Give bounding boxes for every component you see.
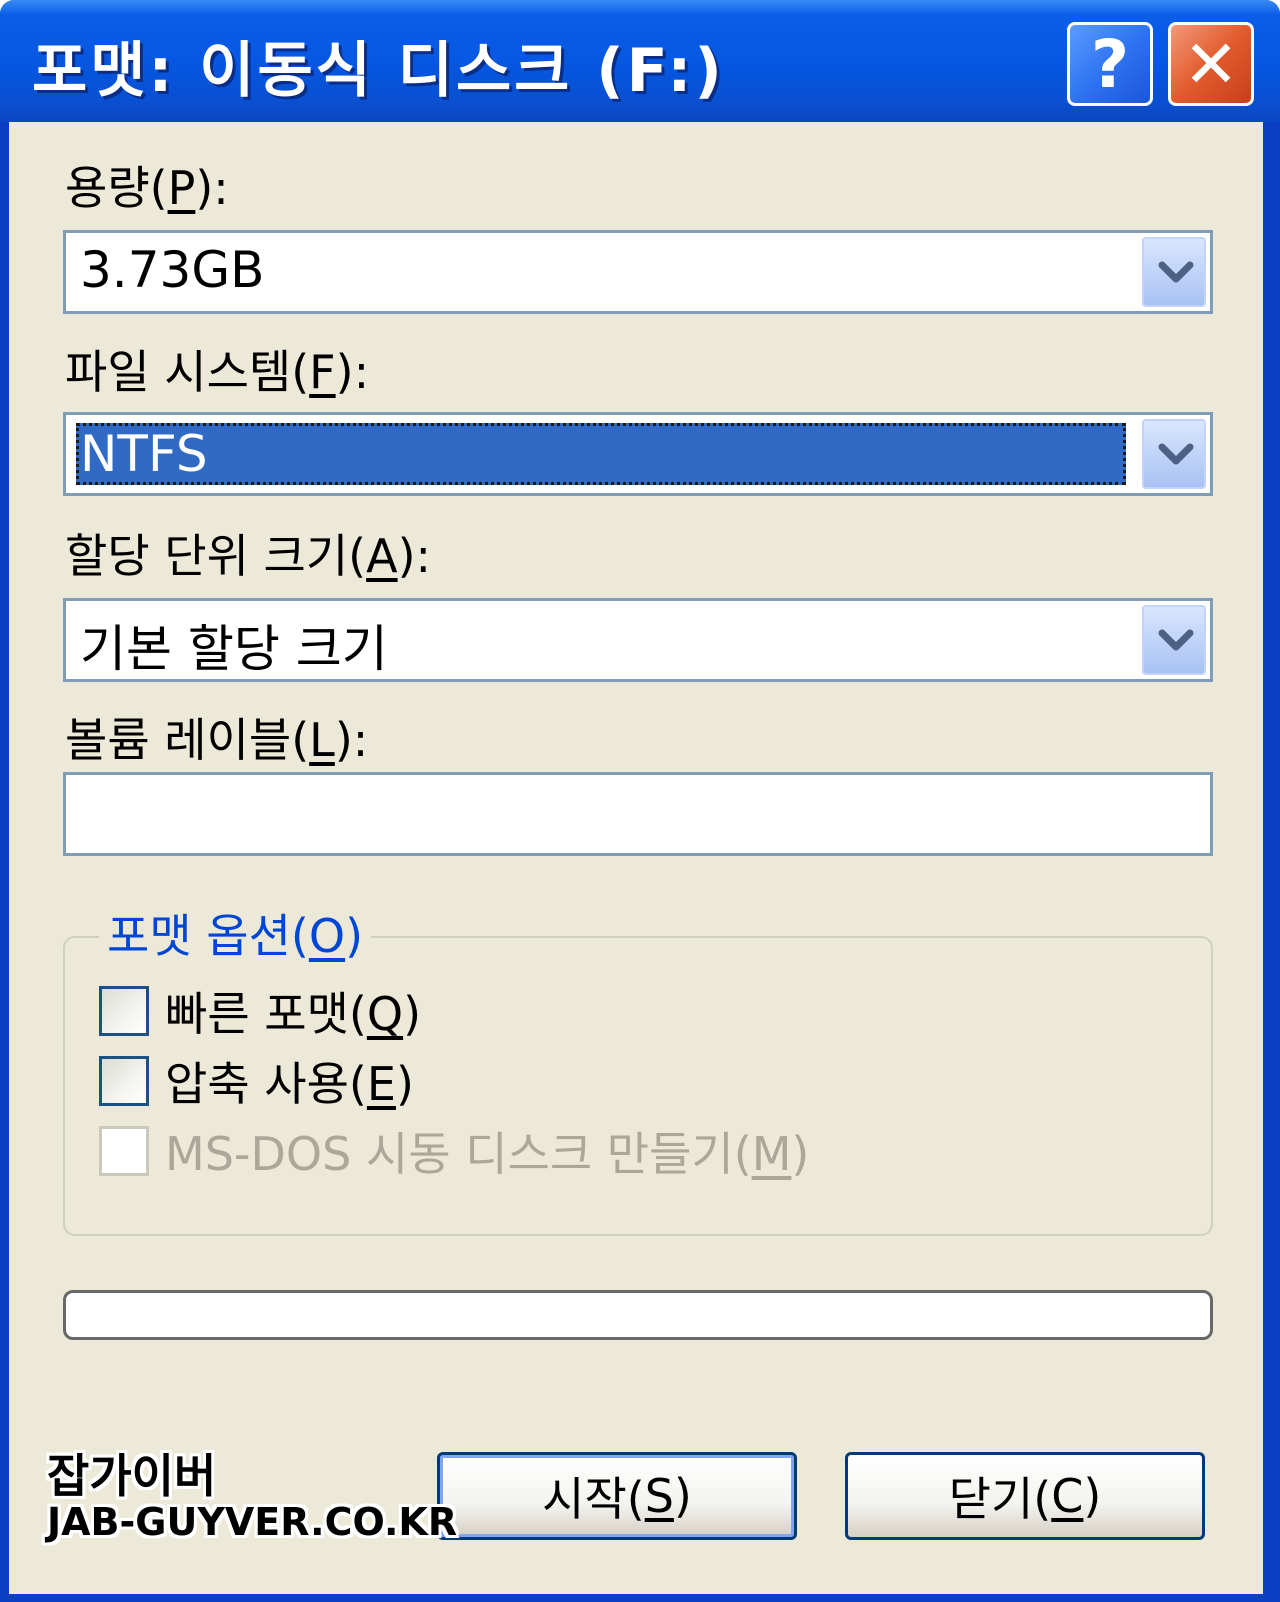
capacity-value: 3.73GB [80,241,265,299]
close-button[interactable]: 닫기(C) [845,1452,1205,1540]
msdos-startup-option: MS-DOS 시동 디스크 만들기(M) [99,1118,809,1184]
capacity-dropdown-button[interactable] [1142,237,1206,307]
file-system-label: 파일 시스템(F): [65,345,370,399]
quick-format-label: 빠른 포맷(Q) [165,987,422,1041]
allocation-unit-label: 할당 단위 크기(A): [65,529,432,583]
volume-label-input[interactable] [63,772,1213,856]
close-icon: ✕ [1183,25,1239,103]
msdos-startup-checkbox [99,1126,149,1176]
watermark-url: JAB-GUYVER.CO.KR [47,1500,458,1544]
question-mark-icon: ? [1090,25,1130,103]
allocation-unit-dropdown[interactable]: 기본 할당 크기 [63,598,1213,682]
allocation-unit-dropdown-button[interactable] [1142,605,1206,675]
msdos-startup-label: MS-DOS 시동 디스크 만들기(M) [165,1127,810,1181]
watermark-text: 잡가이버 [47,1449,217,1503]
chevron-down-icon [1158,443,1194,465]
help-button[interactable]: ? [1067,22,1153,106]
compression-label: 압축 사용(E) [165,1057,414,1111]
format-dialog: 포맷: 이동식 디스크 (F:) ? ✕ 용량(P): 3.73GB 파일 시스… [0,0,1280,1602]
dialog-body: 용량(P): 3.73GB 파일 시스템(F): NTFS 할당 단위 크기(A… [9,122,1263,1594]
file-system-dropdown-button[interactable] [1142,419,1206,489]
capacity-dropdown[interactable]: 3.73GB [63,230,1213,314]
chevron-down-icon [1158,261,1194,283]
compression-checkbox[interactable] [99,1056,149,1106]
volume-label-label: 볼륨 레이블(L): [65,713,369,767]
close-window-button[interactable]: ✕ [1168,22,1254,106]
window-title: 포맷: 이동식 디스크 (F:) [32,36,725,106]
compression-option[interactable]: 압축 사용(E) [99,1048,414,1114]
title-bar[interactable]: 포맷: 이동식 디스크 (F:) ? ✕ [0,0,1280,122]
quick-format-option[interactable]: 빠른 포맷(Q) [99,978,421,1044]
format-options-legend: 포맷 옵션(O) [99,900,372,966]
start-button[interactable]: 시작(S) [437,1452,797,1540]
chevron-down-icon [1158,629,1194,651]
allocation-unit-value: 기본 할당 크기 [80,620,388,678]
format-progress-bar [63,1290,1213,1340]
capacity-label: 용량(P): [65,161,229,215]
quick-format-checkbox[interactable] [99,986,149,1036]
format-options-group: 포맷 옵션(O) 빠른 포맷(Q) 압축 사용(E) MS-DOS 시동 디스크… [63,900,1213,1236]
file-system-dropdown[interactable]: NTFS [63,412,1213,496]
file-system-value: NTFS [76,423,1126,485]
